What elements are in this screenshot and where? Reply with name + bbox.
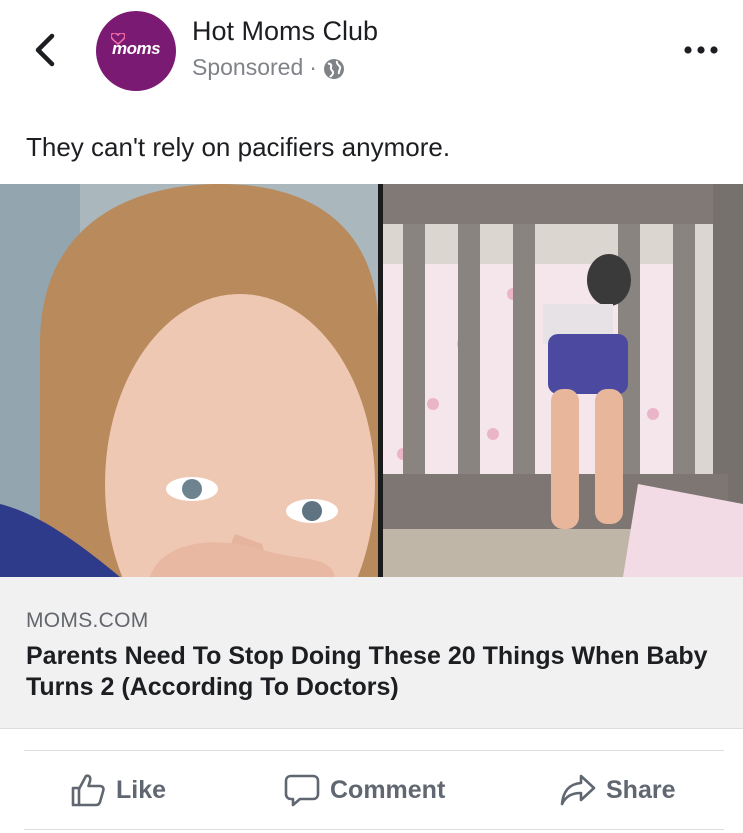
comment-bubble-icon xyxy=(284,774,320,807)
action-bar: Like Comment Share xyxy=(0,760,743,822)
thumbs-up-icon xyxy=(71,774,105,807)
link-title[interactable]: Parents Need To Stop Doing These 20 Thin… xyxy=(26,641,726,703)
ellipsis-icon xyxy=(684,46,718,54)
sponsored-label: Sponsored xyxy=(192,54,304,80)
chevron-left-icon xyxy=(35,33,55,67)
avatar-logo-text: moms xyxy=(111,39,161,58)
action-bar-divider-top xyxy=(24,750,724,751)
photo-toddler-crib xyxy=(383,184,743,577)
post-header: moms Hot Moms Club Sponsored · xyxy=(0,0,743,110)
comment-label: Comment xyxy=(330,775,446,804)
post-meta: Sponsored · xyxy=(192,54,345,81)
share-arrow-icon xyxy=(560,774,596,806)
photo-child-pacifier xyxy=(0,184,378,577)
post-image[interactable] xyxy=(0,184,743,577)
post-caption: They can't rely on pacifiers anymore. xyxy=(26,132,451,162)
like-button[interactable]: Like xyxy=(70,770,166,810)
share-label: Share xyxy=(606,775,676,804)
link-domain: MOMS.COM xyxy=(26,609,149,632)
globe-icon xyxy=(323,58,344,79)
back-button[interactable] xyxy=(30,30,62,70)
more-options-button[interactable] xyxy=(682,40,722,60)
comment-button[interactable]: Comment xyxy=(284,770,445,810)
meta-separator: · xyxy=(309,54,317,80)
like-label: Like xyxy=(116,775,167,804)
page-avatar[interactable]: moms xyxy=(96,11,176,91)
share-button[interactable]: Share xyxy=(560,770,675,810)
link-preview[interactable]: MOMS.COM Parents Need To Stop Doing Thes… xyxy=(0,577,743,729)
action-bar-divider-bottom xyxy=(24,829,724,830)
page-name[interactable]: Hot Moms Club xyxy=(192,16,378,47)
